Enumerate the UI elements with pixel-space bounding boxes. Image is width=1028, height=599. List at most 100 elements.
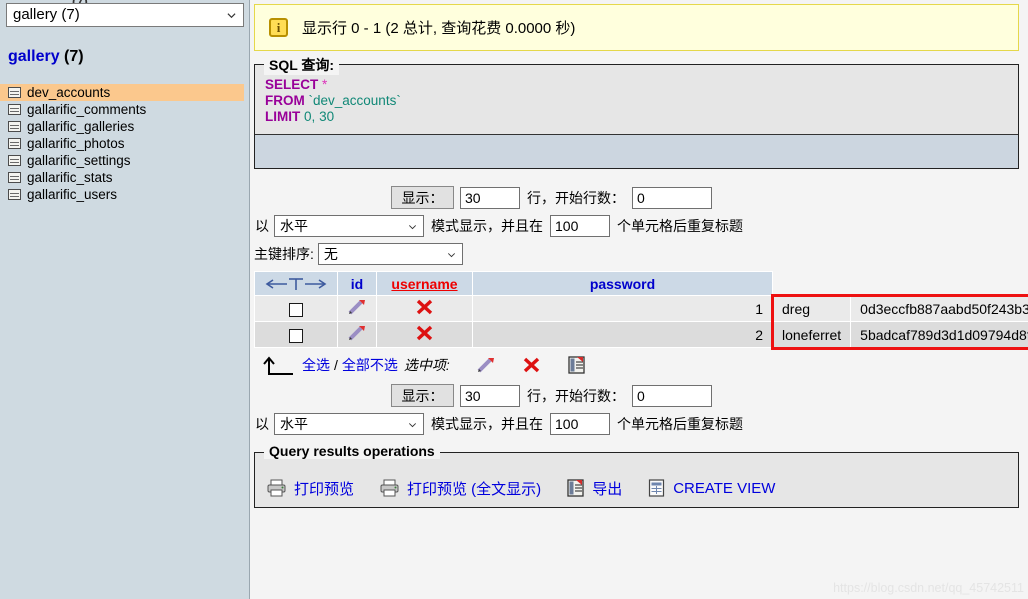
sql-line-3: LIMIT 0, 30 (265, 109, 1018, 125)
sql-table-identifier: `dev_accounts` (308, 93, 401, 108)
select-all-separator: / (334, 357, 338, 373)
start-row-input[interactable]: 0 (632, 186, 712, 209)
row-delete-button[interactable] (376, 321, 473, 348)
sql-query-actions-bar (255, 134, 1018, 168)
pencil-icon (348, 300, 365, 315)
cell-password: 5badcaf789d3d1d09794d8f021f40f0e (850, 321, 1028, 348)
mode-option-row: 以 水平 模式显示，并且在 100 个单元格后重复标题 (254, 411, 1019, 436)
table-icon (8, 87, 21, 98)
results-table-wrapper: id username password 1 dreg 0d3eccfb887aabd5… (254, 271, 1028, 350)
up-arrow-icon (263, 356, 293, 375)
row-edit-button[interactable] (337, 321, 377, 348)
sql-keyword: FROM (265, 93, 305, 108)
table-list-item[interactable]: gallarific_comments (0, 101, 249, 118)
column-header-password[interactable]: password (472, 271, 773, 296)
sql-query-legend: SQL 查询: (264, 55, 340, 75)
show-button[interactable]: 显示： (391, 384, 454, 407)
row-checkbox-cell[interactable] (254, 321, 338, 348)
database-select[interactable]: gallery (7) (6, 3, 244, 27)
export-icon (568, 356, 585, 374)
sql-line-2: FROM `dev_accounts` (265, 93, 1018, 109)
query-op-item-0[interactable]: 打印预览 (267, 478, 354, 499)
sql-star: * (322, 77, 328, 92)
rows-label: 行，开始行数： (527, 387, 625, 404)
display-options-bottom: 显示： 30 行，开始行数： 0 以 水平 模式显示，并且在 100 个单元格后… (254, 383, 1019, 436)
query-op-label: 导出 (592, 480, 623, 498)
table-icon (8, 104, 21, 115)
primary-key-sort-select[interactable]: 无 (317, 242, 463, 265)
uncheck-all-link[interactable]: 全部不选 (342, 355, 398, 375)
query-op-label: CREATE VIEW (673, 479, 776, 497)
row-edit-button[interactable] (337, 295, 377, 322)
query-status-bar: i 显示行 0 - 1 (2 总计, 查询花费 0.0000 秒) (254, 4, 1019, 51)
printer-icon (380, 479, 399, 497)
row-delete-button[interactable] (376, 295, 473, 322)
rows-count-input[interactable]: 30 (460, 384, 520, 407)
table-list-item[interactable]: gallarific_users (0, 186, 249, 203)
chevron-down-icon (227, 13, 236, 19)
table-list-item-label: gallarific_comments (27, 102, 147, 117)
with-selected-export-button[interactable] (542, 356, 586, 374)
pencil-icon (477, 358, 494, 373)
cell-id: 2 (472, 321, 773, 348)
mode-suffix-label: 模式显示，并且在 (431, 217, 543, 234)
export-icon (567, 479, 584, 497)
table-list-item[interactable]: gallarific_stats (0, 169, 249, 186)
table-list-item[interactable]: dev_accounts (0, 84, 244, 101)
display-mode-select[interactable]: 水平 (274, 412, 424, 435)
sort-option-row: 主键排序: 无 (254, 241, 1019, 266)
table-row: 2loneferret5badcaf789d3d1d09794d8f021f40… (254, 321, 1028, 348)
sql-keyword: LIMIT (265, 109, 301, 124)
table-list-item-label: gallarific_users (27, 187, 118, 202)
with-selected-delete-button[interactable] (496, 356, 542, 374)
rows-count-input[interactable]: 30 (460, 186, 520, 209)
display-mode-value: 水平 (280, 217, 308, 234)
column-header-username[interactable]: username (376, 271, 473, 296)
query-status-text: 显示行 0 - 1 (2 总计, 查询花费 0.0000 秒) (302, 20, 576, 37)
mode-suffix-label: 模式显示，并且在 (431, 415, 543, 432)
query-op-item-1[interactable]: 打印预览 (全文显示) (380, 478, 541, 499)
start-row-input[interactable]: 0 (632, 384, 712, 407)
row-checkbox-cell[interactable] (254, 295, 338, 322)
sql-query-panel: SQL 查询: SELECT * FROM `dev_accounts` LIM… (254, 55, 1019, 169)
sql-comma: , (311, 109, 316, 124)
with-selected-edit-button[interactable] (450, 356, 496, 374)
column-header-id[interactable]: id (337, 271, 377, 296)
select-all-bar: 全选 / 全部不选 选中项: (254, 352, 1028, 378)
table-icon (8, 121, 21, 132)
sql-limit-count: 30 (319, 109, 335, 124)
query-op-item-2[interactable]: 导出 (567, 478, 622, 499)
row-checkbox[interactable] (289, 328, 303, 343)
delete-x-icon (416, 299, 432, 315)
info-icon: i (269, 18, 288, 37)
query-op-create-view[interactable]: CREATE VIEW (648, 479, 775, 497)
table-icon (8, 172, 21, 183)
show-button[interactable]: 显示： (391, 186, 454, 209)
repeat-headers-input[interactable]: 100 (550, 214, 610, 237)
table-list-item[interactable]: gallarific_galleries (0, 118, 249, 135)
table-list-item-label: gallarific_stats (27, 170, 113, 185)
sql-keyword: SELECT (265, 77, 319, 92)
query-results-operations-panel: Query results operations 打印预览 打印预览 (全文显示)… (254, 443, 1019, 509)
row-checkbox[interactable] (289, 302, 303, 317)
table-list-item-label: dev_accounts (27, 85, 111, 100)
printer-icon (267, 479, 286, 497)
query-results-operations-list: 打印预览 打印预览 (全文显示) 导出 CREATE VIEW (255, 453, 1018, 509)
check-all-link[interactable]: 全选 (302, 355, 330, 375)
cell-id: 1 (472, 295, 773, 322)
database-title: gallery (7) (8, 48, 84, 66)
watermark: https://blog.csdn.net/qq_45742511 (833, 581, 1024, 595)
rows-option-row: 显示： 30 行，开始行数： 0 (254, 185, 1019, 210)
table-list-item[interactable]: gallarific_photos (0, 135, 249, 152)
database-table-count: (7) (64, 48, 84, 65)
display-mode-select[interactable]: 水平 (274, 214, 424, 237)
cell-username: dreg (771, 295, 852, 322)
table-list-item[interactable]: gallarific_settings (0, 152, 249, 169)
table-icon (8, 155, 21, 166)
rows-label: 行，开始行数： (527, 189, 625, 206)
table-icon (8, 189, 21, 200)
results-body: 1dreg0d3eccfb887aabd50f243b3f155c0f852lo… (254, 295, 1028, 348)
repeat-headers-input[interactable]: 100 (550, 412, 610, 435)
table-list-item-label: gallarific_photos (27, 136, 125, 151)
query-op-label: 打印预览 (294, 480, 355, 498)
